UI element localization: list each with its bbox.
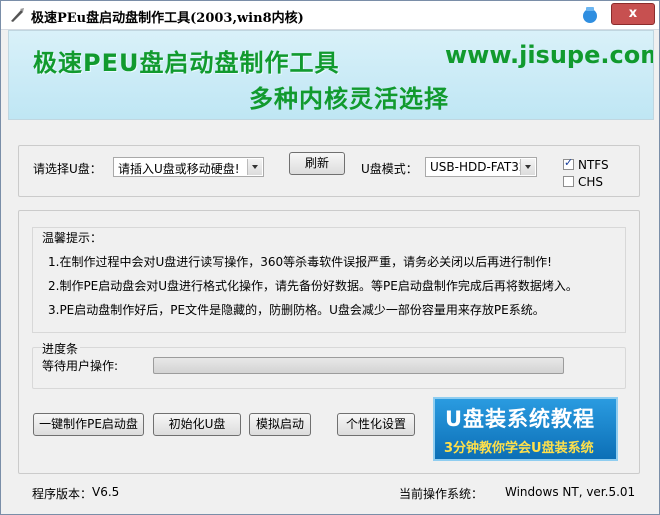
os-value: Windows NT, ver.5.01 — [505, 485, 636, 499]
version-label: 程序版本： — [32, 487, 93, 501]
simulate-boot-button[interactable]: 模拟启动 — [249, 413, 311, 436]
banner-subtitle: 多种内核灵活选择 — [249, 85, 449, 113]
make-pe-button[interactable]: 一键制作PE启动盘 — [33, 413, 144, 436]
banner: 极速PEU盘启动盘制作工具 www.jisupe.com 多种内核灵活选择 — [8, 30, 654, 120]
progress-status: 等待用户操作: — [42, 359, 119, 373]
banner-title: 极速PEU盘启动盘制作工具 — [33, 49, 340, 77]
tips-title: 温馨提示： — [42, 231, 103, 245]
tutorial-title: U盘装系统教程 — [445, 407, 596, 431]
tip-line-1: 1.在制作过程中会对U盘进行读写操作，360等杀毒软件误报严重，请务必关闭以后再… — [48, 255, 552, 269]
mode-select[interactable]: USB-HDD-FAT32 — [425, 157, 537, 177]
drive-select[interactable]: 请插入U盘或移动硬盘! — [113, 157, 264, 177]
tutorial-subtitle: 3分钟教你学会U盘装系统 — [444, 441, 594, 456]
os-label: 当前操作系统： — [399, 487, 484, 501]
banner-url: www.jisupe.com — [445, 41, 654, 69]
refresh-button[interactable]: 刷新 — [289, 152, 345, 175]
drive-select-value: 请插入U盘或移动硬盘! — [118, 162, 240, 176]
tip-line-2: 2.制作PE启动盘会对U盘进行格式化操作，请先备份好数据。等PE启动盘制作完成后… — [48, 279, 578, 293]
version-value: V6.5 — [92, 485, 120, 499]
tutorial-banner[interactable]: U盘装系统教程 3分钟教你学会U盘装系统 — [433, 397, 618, 461]
tip-line-3: 3.PE启动盘制作好后，PE文件是隐藏的，防删防格。U盘会减少一部份容量用来存放… — [48, 303, 545, 317]
chs-checkbox[interactable] — [563, 176, 574, 187]
help-icon[interactable] — [581, 6, 599, 24]
chevron-down-icon[interactable] — [520, 159, 535, 175]
title-bar[interactable]: 极速PEu盘启动盘制作工具(2003,win8内核) x — [1, 1, 659, 30]
mode-select-value: USB-HDD-FAT32 — [430, 160, 527, 174]
progress-bar — [153, 357, 564, 374]
chs-label[interactable]: CHS — [578, 175, 603, 189]
drive-label: 请选择U盘： — [33, 162, 102, 176]
chevron-down-icon[interactable] — [247, 159, 262, 175]
app-feather-icon — [11, 8, 24, 22]
mode-label: U盘模式： — [361, 162, 418, 176]
ntfs-checkbox[interactable] — [563, 156, 574, 170]
window-title: 极速PEu盘启动盘制作工具(2003,win8内核) — [31, 11, 304, 26]
custom-settings-button[interactable]: 个性化设置 — [337, 413, 415, 436]
progress-title: 进度条 — [42, 340, 81, 357]
main-window: 极速PEu盘启动盘制作工具(2003,win8内核) x 极速PEU盘启动盘制作… — [0, 0, 660, 515]
ntfs-label[interactable]: NTFS — [578, 158, 609, 172]
close-button[interactable]: x — [611, 3, 655, 25]
init-usb-button[interactable]: 初始化U盘 — [153, 413, 241, 436]
